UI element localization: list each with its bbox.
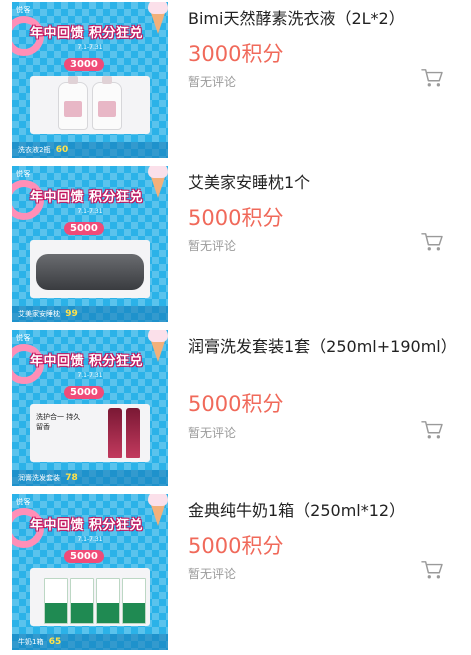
product-title[interactable]: Bimi天然酵素洗衣液（2L*2） xyxy=(188,8,458,30)
ice-cream-icon xyxy=(148,166,168,198)
review-status: 暂无评论 xyxy=(188,239,237,253)
poster-date: 7.1-7.31 xyxy=(77,44,103,51)
points-badge: 5000 xyxy=(64,550,104,563)
poster-brand: 悦客 xyxy=(16,334,31,342)
footer-points: 99 xyxy=(65,309,78,319)
footer-name: 牛奶1箱 xyxy=(18,638,44,646)
poster-banner: 年中回馈 积分狂兑 xyxy=(30,190,144,205)
product-price: 5000积分 xyxy=(188,206,284,230)
product-thumbnail[interactable]: 悦客 年中回馈 积分狂兑 7.1-7.31 3000 洗衣液2瓶 60 xyxy=(12,2,168,158)
add-to-cart-button[interactable] xyxy=(421,68,443,88)
product-image xyxy=(30,76,150,134)
ice-cream-icon xyxy=(148,2,168,34)
milk-carton-icon xyxy=(122,578,146,624)
product-title[interactable]: 润膏洗发套装1套（250ml+190ml） xyxy=(188,336,458,358)
footer-name: 洗衣液2瓶 xyxy=(18,146,51,154)
product-thumbnail[interactable]: 悦客 年中回馈 积分狂兑 7.1-7.31 5000 牛奶1箱 65 xyxy=(12,494,168,650)
review-status: 暂无评论 xyxy=(188,426,237,440)
review-status: 暂无评论 xyxy=(188,567,237,581)
shopping-cart-icon xyxy=(421,69,443,87)
product-image: 洗护合一 持久留香 xyxy=(30,404,150,462)
poster-footer: 牛奶1箱 65 xyxy=(12,634,168,650)
add-to-cart-button[interactable] xyxy=(421,232,443,252)
shopping-cart-icon xyxy=(421,421,443,439)
review-status: 暂无评论 xyxy=(188,75,237,89)
milk-carton-icon xyxy=(96,578,120,624)
product-thumbnail[interactable]: 悦客 年中回馈 积分狂兑 7.1-7.31 5000 艾美家安睡枕 99 xyxy=(12,166,168,322)
milk-carton-icon xyxy=(44,578,68,624)
tube-icon xyxy=(126,408,140,458)
footer-name: 润膏洗发套装 xyxy=(18,474,60,482)
product-image xyxy=(30,568,150,626)
product-price: 5000积分 xyxy=(188,392,284,416)
poster-footer: 艾美家安睡枕 99 xyxy=(12,306,168,322)
ice-cream-icon xyxy=(148,330,168,362)
points-badge: 5000 xyxy=(64,386,104,399)
product-item[interactable]: 悦客 年中回馈 积分狂兑 7.1-7.31 5000 洗护合一 持久留香 润膏洗… xyxy=(0,328,471,488)
product-thumbnail[interactable]: 悦客 年中回馈 积分狂兑 7.1-7.31 5000 洗护合一 持久留香 润膏洗… xyxy=(12,330,168,486)
pillow-icon xyxy=(36,254,144,290)
product-item[interactable]: 悦客 年中回馈 积分狂兑 7.1-7.31 5000 牛奶1箱 65 金典纯牛奶… xyxy=(0,492,471,652)
bottle-icon xyxy=(92,76,122,130)
product-list: 悦客 年中回馈 积分狂兑 7.1-7.31 3000 洗衣液2瓶 60 Bimi… xyxy=(0,0,471,655)
poster-footer: 洗衣液2瓶 60 xyxy=(12,142,168,158)
poster-banner: 年中回馈 积分狂兑 xyxy=(30,26,144,41)
product-title[interactable]: 金典纯牛奶1箱（250ml*12） xyxy=(188,500,458,522)
tube-icon xyxy=(108,408,122,458)
product-image xyxy=(30,240,150,298)
bottle-icon xyxy=(58,76,88,130)
shopping-cart-icon xyxy=(421,561,443,579)
milk-carton-icon xyxy=(70,578,94,624)
points-badge: 3000 xyxy=(64,58,104,71)
product-title[interactable]: 艾美家安睡枕1个 xyxy=(188,172,458,194)
footer-name: 艾美家安睡枕 xyxy=(18,310,60,318)
footer-points: 78 xyxy=(65,473,78,483)
points-badge: 5000 xyxy=(64,222,104,235)
poster-banner: 年中回馈 积分狂兑 xyxy=(30,354,144,369)
product-item[interactable]: 悦客 年中回馈 积分狂兑 7.1-7.31 5000 艾美家安睡枕 99 艾美家… xyxy=(0,164,471,324)
add-to-cart-button[interactable] xyxy=(421,420,443,440)
poster-date: 7.1-7.31 xyxy=(77,208,103,215)
footer-points: 65 xyxy=(48,637,62,647)
poster-brand: 悦客 xyxy=(16,6,31,14)
ice-cream-icon xyxy=(148,494,168,526)
poster-footer: 润膏洗发套装 78 xyxy=(12,470,168,486)
poster-brand: 悦客 xyxy=(16,170,31,178)
footer-points: 60 xyxy=(55,145,69,155)
product-price: 3000积分 xyxy=(188,42,284,66)
poster-date: 7.1-7.31 xyxy=(77,536,103,543)
poster-brand: 悦客 xyxy=(16,498,31,506)
shopping-cart-icon xyxy=(421,233,443,251)
product-slogan: 洗护合一 持久留香 xyxy=(36,413,81,431)
add-to-cart-button[interactable] xyxy=(421,560,443,580)
product-item[interactable]: 悦客 年中回馈 积分狂兑 7.1-7.31 3000 洗衣液2瓶 60 Bimi… xyxy=(0,0,471,160)
poster-banner: 年中回馈 积分狂兑 xyxy=(30,518,144,533)
poster-date: 7.1-7.31 xyxy=(77,372,103,379)
product-price: 5000积分 xyxy=(188,534,284,558)
